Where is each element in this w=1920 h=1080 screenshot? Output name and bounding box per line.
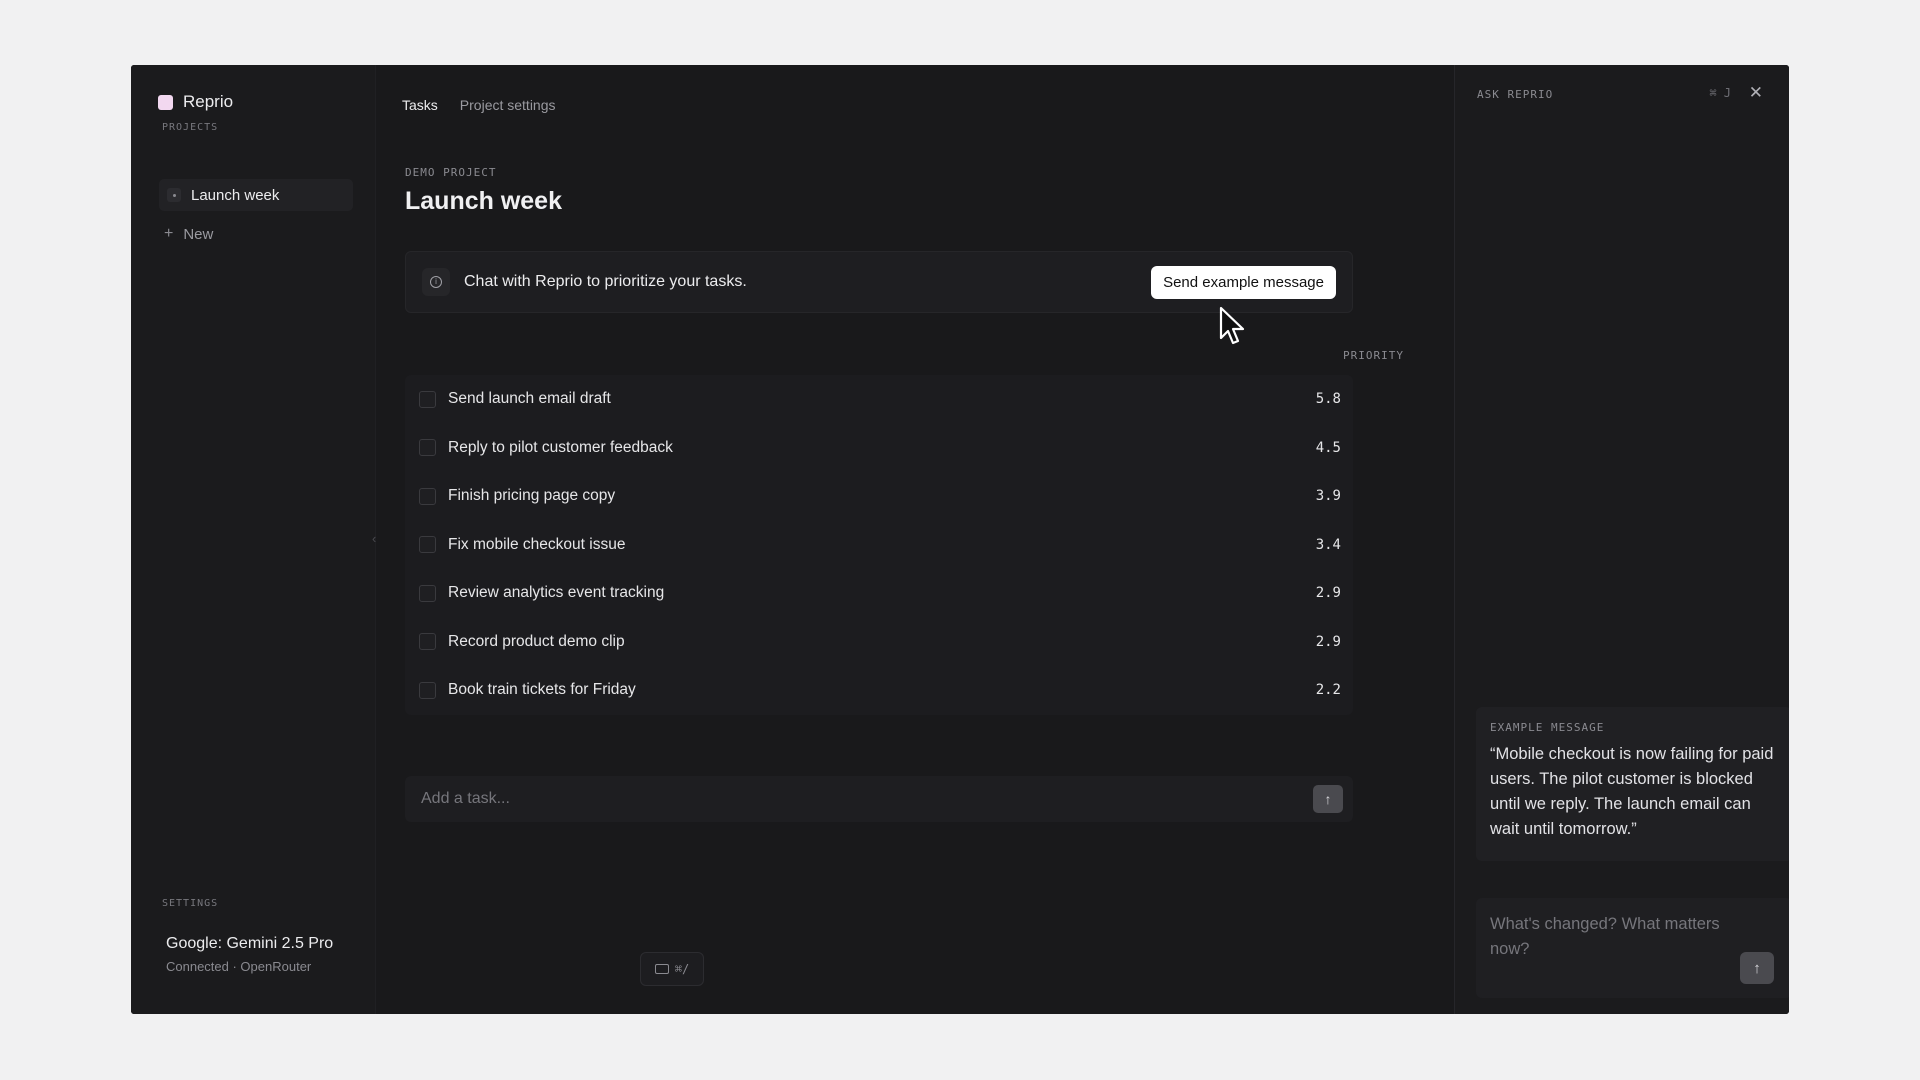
task-checkbox[interactable] xyxy=(419,439,436,457)
task-title: Send launch email draft xyxy=(448,390,611,408)
priority-column-header: PRIORITY xyxy=(1343,349,1404,362)
task-checkbox[interactable] xyxy=(419,487,436,505)
task-row[interactable]: Send launch email draft 5.8 xyxy=(405,375,1353,424)
arrow-up-icon: ↑ xyxy=(1324,791,1332,807)
task-row[interactable]: Book train tickets for Friday 2.2 xyxy=(405,666,1353,715)
projects-section-label: PROJECTS xyxy=(162,122,219,133)
task-checkbox[interactable] xyxy=(419,633,436,651)
sidebar: Reprio PROJECTS Launch week + New ‹ SETT… xyxy=(131,65,376,1014)
task-title: Review analytics event tracking xyxy=(448,584,665,602)
task-row[interactable]: Fix mobile checkout issue 3.4 xyxy=(405,521,1353,570)
new-project-button[interactable]: + New xyxy=(164,225,213,243)
task-priority: 2.9 xyxy=(1315,585,1341,602)
main-content: Tasks Project settings DEMO PROJECT Laun… xyxy=(376,65,1454,1014)
chat-input[interactable] xyxy=(1490,912,1740,968)
arrow-up-icon: ↑ xyxy=(1753,959,1761,977)
send-example-message-button[interactable]: Send example message xyxy=(1151,265,1336,299)
new-project-label: New xyxy=(183,225,214,243)
example-message-card[interactable]: EXAMPLE MESSAGE “Mobile checkout is now … xyxy=(1476,707,1789,861)
task-row[interactable]: Finish pricing page copy 3.9 xyxy=(405,472,1353,521)
page-title: Launch week xyxy=(405,187,562,215)
app-window: Reprio PROJECTS Launch week + New ‹ SETT… xyxy=(131,65,1789,1014)
chat-banner: i Chat with Reprio to prioritize your ta… xyxy=(405,251,1353,313)
task-priority: 5.8 xyxy=(1315,391,1341,408)
info-icon: i xyxy=(422,268,450,296)
plus-icon: + xyxy=(164,225,174,242)
sidebar-item-label: Launch week xyxy=(191,186,280,204)
keyboard-icon xyxy=(654,964,669,974)
tab-bar: Tasks Project settings xyxy=(402,97,556,113)
add-task-bar: ↑ xyxy=(405,776,1353,822)
task-priority: 2.9 xyxy=(1315,633,1341,650)
reprio-logo-icon xyxy=(158,94,173,110)
task-title: Reply to pilot customer feedback xyxy=(448,438,673,456)
tab-project-settings[interactable]: Project settings xyxy=(460,97,556,113)
project-eyebrow: DEMO PROJECT xyxy=(405,166,497,179)
task-title: Finish pricing page copy xyxy=(448,487,616,505)
task-priority: 3.4 xyxy=(1315,536,1341,553)
app-name: Reprio xyxy=(183,92,234,111)
add-task-input[interactable] xyxy=(421,790,1313,808)
model-status: Connected · OpenRouter xyxy=(166,959,312,974)
task-row[interactable]: Review analytics event tracking 2.9 xyxy=(405,569,1353,618)
shortcut-hint: ⌘/ xyxy=(674,962,690,976)
task-checkbox[interactable] xyxy=(419,536,436,554)
example-message-text: “Mobile checkout is now failing for paid… xyxy=(1490,745,1774,838)
model-name[interactable]: Google: Gemini 2.5 Pro xyxy=(166,935,333,953)
chat-input-box: ↑ xyxy=(1476,898,1789,998)
banner-text: Chat with Reprio to prioritize your task… xyxy=(464,273,747,290)
mouse-cursor-icon xyxy=(1218,306,1248,351)
tab-tasks[interactable]: Tasks xyxy=(402,97,438,113)
task-title: Fix mobile checkout issue xyxy=(448,535,626,553)
ask-reprio-panel: ASK REPRIO ⌘ J ✕ EXAMPLE MESSAGE “Mobile… xyxy=(1454,65,1789,1014)
brand[interactable]: Reprio xyxy=(158,92,233,112)
task-title: Record product demo clip xyxy=(448,632,625,650)
task-list: Send launch email draft 5.8 Reply to pil… xyxy=(405,375,1353,715)
example-message-label: EXAMPLE MESSAGE xyxy=(1490,721,1605,734)
task-priority: 2.2 xyxy=(1315,682,1341,699)
ask-panel-shortcut: ⌘ J xyxy=(1709,86,1731,100)
task-title: Book train tickets for Friday xyxy=(448,681,636,699)
task-checkbox[interactable] xyxy=(419,681,436,699)
task-priority: 3.9 xyxy=(1315,488,1341,505)
add-task-submit-button[interactable]: ↑ xyxy=(1313,785,1343,813)
task-checkbox[interactable] xyxy=(419,584,436,602)
close-icon[interactable]: ✕ xyxy=(1749,83,1763,103)
task-checkbox[interactable] xyxy=(419,390,436,408)
task-priority: 4.5 xyxy=(1315,439,1341,456)
project-icon xyxy=(167,188,181,202)
sidebar-item-launch-week[interactable]: Launch week xyxy=(159,179,353,211)
keyboard-shortcuts-button[interactable]: ⌘/ xyxy=(640,952,704,986)
task-row[interactable]: Reply to pilot customer feedback 4.5 xyxy=(405,424,1353,473)
chat-send-button[interactable]: ↑ xyxy=(1740,952,1774,984)
ask-panel-title: ASK REPRIO xyxy=(1477,88,1554,101)
settings-section-label: SETTINGS xyxy=(162,898,219,909)
task-row[interactable]: Record product demo clip 2.9 xyxy=(405,618,1353,667)
